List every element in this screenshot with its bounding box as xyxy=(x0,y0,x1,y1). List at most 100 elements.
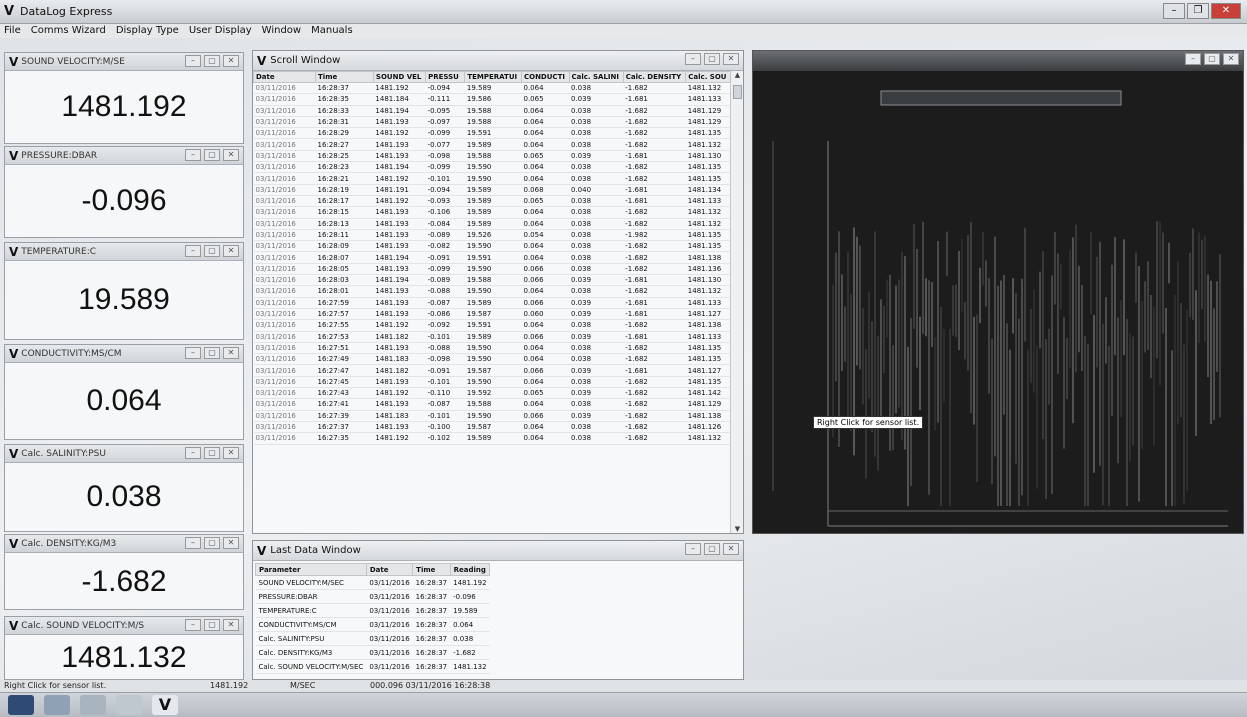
table-row[interactable]: 03/11/2016 16:28:05 1481.193 -0.099 19.590 0.… xyxy=(253,263,731,276)
restore-icon[interactable]: ▢ xyxy=(1204,53,1220,65)
column-header[interactable]: Date xyxy=(365,563,414,576)
table-row[interactable]: 03/11/2016 16:28:01 1481.193 -0.088 19.590 0.… xyxy=(253,285,731,298)
table-row[interactable]: 03/11/2016 16:28:37 1481.192 -0.094 19.589 0.… xyxy=(253,82,731,95)
sensor-panel-density[interactable]: V Calc. DENSITY:KG/M3 – ▢ ✕ -1.682 xyxy=(4,534,244,610)
column-header[interactable]: Calc. SALINI xyxy=(568,71,624,83)
table-row[interactable]: 03/11/2016 16:27:39 1481.183 -0.101 19.590 0.… xyxy=(253,410,731,422)
sensor-panel-calc-sound-velocity[interactable]: V Calc. SOUND VELOCITY:M/S – ▢ ✕ 1481.132 xyxy=(4,616,244,680)
column-header[interactable]: Time xyxy=(315,71,374,83)
table-row[interactable]: 03/11/2016 16:28:21 1481.192 -0.101 19.590 0.… xyxy=(253,172,731,185)
restore-icon[interactable]: ▢ xyxy=(704,543,720,555)
table-row[interactable]: 03/11/2016 16:27:59 1481.193 -0.087 19.589 0.… xyxy=(253,297,731,309)
menu-display-type[interactable]: Display Type xyxy=(116,24,179,38)
sensor-panel-header[interactable]: V SOUND VELOCITY:M/SE – ▢ ✕ xyxy=(5,53,243,71)
start-icon[interactable] xyxy=(8,695,34,715)
close-icon[interactable]: ✕ xyxy=(223,347,239,359)
table-row[interactable]: TEMPERATURE:C 03/11/2016 16:28:37 19.589 xyxy=(255,603,490,618)
column-header[interactable]: SOUND VEL xyxy=(372,71,427,83)
column-header[interactable]: TEMPERATUI xyxy=(464,71,522,83)
restore-icon[interactable]: ▢ xyxy=(704,53,720,65)
menu-manuals[interactable]: Manuals xyxy=(311,24,353,38)
files-icon[interactable] xyxy=(80,695,106,715)
close-icon[interactable]: ✕ xyxy=(1211,3,1241,19)
scrollbar-thumb[interactable] xyxy=(733,85,742,99)
close-icon[interactable]: ✕ xyxy=(223,619,239,631)
sensor-panel-header[interactable]: V TEMPERATURE:C – ▢ ✕ xyxy=(5,243,243,261)
sensor-panel-header[interactable]: V PRESSURE:DBAR – ▢ ✕ xyxy=(5,147,243,165)
minimize-icon[interactable]: – xyxy=(1163,3,1185,19)
column-header[interactable]: Time xyxy=(412,563,451,576)
table-row[interactable]: 03/11/2016 16:27:55 1481.192 -0.092 19.591 0.… xyxy=(253,319,731,332)
close-icon[interactable]: ✕ xyxy=(223,149,239,161)
table-row[interactable]: Calc. SOUND VELOCITY:M/SEC 03/11/2016 16:2… xyxy=(255,659,490,674)
table-row[interactable]: 03/11/2016 16:27:41 1481.193 -0.087 19.588 0.… xyxy=(253,398,731,411)
scroll-window-scrollbar[interactable]: ▲ ▼ xyxy=(730,71,743,533)
table-row[interactable]: SOUND VELOCITY:M/SEC 03/11/2016 16:28:37 14… xyxy=(255,575,490,590)
table-row[interactable]: 03/11/2016 16:27:49 1481.183 -0.098 19.590 0.… xyxy=(253,353,731,366)
column-header[interactable]: PRESSU xyxy=(425,71,466,83)
table-row[interactable]: PRESSURE:DBAR 03/11/2016 16:28:37 -0.096 xyxy=(255,589,490,604)
table-row[interactable]: 03/11/2016 16:27:45 1481.193 -0.101 19.590 0.… xyxy=(253,376,731,389)
column-header[interactable]: Calc. SOU xyxy=(685,71,731,83)
table-row[interactable]: CONDUCTIVITY:MS/CM 03/11/2016 16:28:37 0.06… xyxy=(255,617,490,632)
table-row[interactable]: 03/11/2016 16:28:33 1481.194 -0.095 19.588 0.… xyxy=(253,105,731,117)
minimize-icon[interactable]: – xyxy=(685,53,701,65)
minimize-icon[interactable]: – xyxy=(185,55,201,67)
restore-icon[interactable]: ▢ xyxy=(204,347,220,359)
table-row[interactable]: 03/11/2016 16:28:31 1481.193 -0.097 19.588 0.… xyxy=(253,116,731,129)
table-row[interactable]: 03/11/2016 16:28:15 1481.193 -0.106 19.589 0.… xyxy=(253,206,731,219)
sensor-panel-header[interactable]: V Calc. DENSITY:KG/M3 – ▢ ✕ xyxy=(5,535,243,553)
minimize-icon[interactable]: – xyxy=(185,619,201,631)
app-icon[interactable] xyxy=(116,695,142,715)
scroll-down-icon[interactable]: ▼ xyxy=(731,525,744,533)
restore-icon[interactable]: ▢ xyxy=(204,149,220,161)
column-header[interactable]: CONDUCTI xyxy=(520,71,570,83)
sensor-panel-pressure[interactable]: V PRESSURE:DBAR – ▢ ✕ -0.096 xyxy=(4,146,244,238)
column-header[interactable]: Date xyxy=(252,71,317,83)
menu-user-display[interactable]: User Display xyxy=(189,24,252,38)
minimize-icon[interactable]: – xyxy=(185,245,201,257)
table-row[interactable]: 03/11/2016 16:28:23 1481.194 -0.099 19.590 0.… xyxy=(253,161,731,174)
table-row[interactable]: 03/11/2016 16:28:03 1481.194 -0.089 19.588 0.… xyxy=(253,274,731,287)
sensor-panel-header[interactable]: V Calc. SALINITY:PSU – ▢ ✕ xyxy=(5,445,243,463)
close-icon[interactable]: ✕ xyxy=(223,537,239,549)
table-row[interactable]: 03/11/2016 16:28:29 1481.192 -0.099 19.591 0.… xyxy=(253,127,731,140)
table-row[interactable]: 03/11/2016 16:27:47 1481.182 -0.091 19.587 0.… xyxy=(253,364,731,377)
minimize-icon[interactable]: – xyxy=(1185,53,1201,65)
menu-file[interactable]: File xyxy=(4,24,21,38)
table-row[interactable]: 03/11/2016 16:28:35 1481.184 -0.111 19.586 0.… xyxy=(253,93,731,106)
menu-comms-wizard[interactable]: Comms Wizard xyxy=(31,24,106,38)
table-row[interactable]: 03/11/2016 16:27:35 1481.192 -0.102 19.589 0.… xyxy=(253,432,731,445)
minimize-icon[interactable]: – xyxy=(185,447,201,459)
table-row[interactable]: 03/11/2016 16:28:13 1481.193 -0.084 19.589 0.… xyxy=(253,218,731,230)
table-row[interactable]: 03/11/2016 16:28:25 1481.193 -0.098 19.588 0.… xyxy=(253,150,731,163)
last-data-window-header[interactable]: V Last Data Window – ▢ ✕ xyxy=(253,541,743,561)
table-row[interactable]: 03/11/2016 16:28:17 1481.192 -0.093 19.589 0.… xyxy=(253,195,731,208)
scroll-up-icon[interactable]: ▲ xyxy=(731,71,744,79)
minimize-icon[interactable]: – xyxy=(185,347,201,359)
table-row[interactable]: 03/11/2016 16:28:11 1481.193 -0.089 19.526 0.… xyxy=(253,229,731,242)
column-header[interactable]: Reading xyxy=(449,563,491,576)
graph-window[interactable]: – ▢ ✕ Right Click for sensor list. xyxy=(752,50,1244,534)
restore-icon[interactable]: ▢ xyxy=(204,447,220,459)
scroll-window[interactable]: V Scroll Window – ▢ ✕ Date Time SOUND VEL PRE… xyxy=(252,50,744,534)
table-row[interactable]: 03/11/2016 16:28:09 1481.193 -0.082 19.590 0.… xyxy=(253,240,731,253)
last-data-window[interactable]: V Last Data Window – ▢ ✕ Parameter Date Time… xyxy=(252,540,744,680)
close-icon[interactable]: ✕ xyxy=(223,447,239,459)
close-icon[interactable]: ✕ xyxy=(223,245,239,257)
sensor-panel-temperature[interactable]: V TEMPERATURE:C – ▢ ✕ 19.589 xyxy=(4,242,244,340)
restore-icon[interactable]: ▢ xyxy=(204,245,220,257)
table-row[interactable]: 03/11/2016 16:27:57 1481.193 -0.086 19.587 0.… xyxy=(253,308,731,321)
table-row[interactable]: Calc. SALINITY:PSU 03/11/2016 16:28:37 0.03… xyxy=(255,631,490,646)
sensor-panel-header[interactable]: V Calc. SOUND VELOCITY:M/S – ▢ ✕ xyxy=(5,617,243,635)
table-row[interactable]: 03/11/2016 16:28:27 1481.193 -0.077 19.589 0.… xyxy=(253,138,731,151)
table-row[interactable]: 03/11/2016 16:27:43 1481.192 -0.110 19.592 0.… xyxy=(253,387,731,400)
table-row[interactable]: 03/11/2016 16:27:51 1481.193 -0.088 19.590 0.… xyxy=(253,342,731,355)
close-icon[interactable]: ✕ xyxy=(223,55,239,67)
menu-window[interactable]: Window xyxy=(262,24,301,38)
close-icon[interactable]: ✕ xyxy=(723,53,739,65)
scroll-window-header[interactable]: V Scroll Window – ▢ ✕ xyxy=(253,51,743,71)
close-icon[interactable]: ✕ xyxy=(1223,53,1239,65)
minimize-icon[interactable]: – xyxy=(185,537,201,549)
minimize-icon[interactable]: – xyxy=(685,543,701,555)
